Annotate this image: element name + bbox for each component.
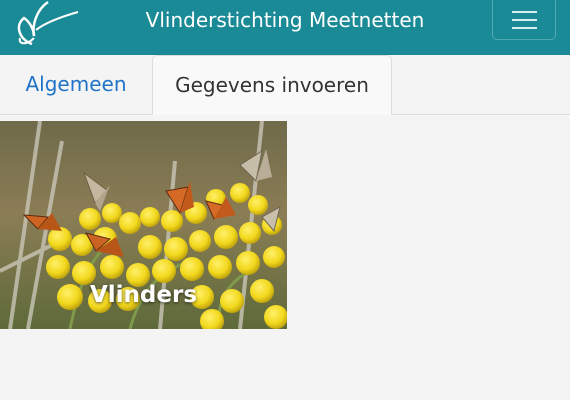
app-title: Vlinderstichting Meetnetten: [145, 8, 425, 32]
navbar: Vlinderstichting Meetnetten: [0, 0, 570, 55]
menu-bar-icon: [512, 27, 537, 29]
hamburger-menu-button[interactable]: [492, 0, 556, 40]
tab-gegevens-invoeren[interactable]: Gegevens invoeren: [152, 55, 392, 115]
menu-bar-icon: [512, 19, 537, 21]
tab-algemeen[interactable]: Algemeen: [0, 55, 152, 114]
butterfly-logo-icon[interactable]: [12, 0, 82, 48]
card-label: Vlinders: [89, 282, 198, 308]
tab-bar: Algemeen Gegevens invoeren: [0, 55, 570, 115]
menu-bar-icon: [512, 11, 537, 13]
